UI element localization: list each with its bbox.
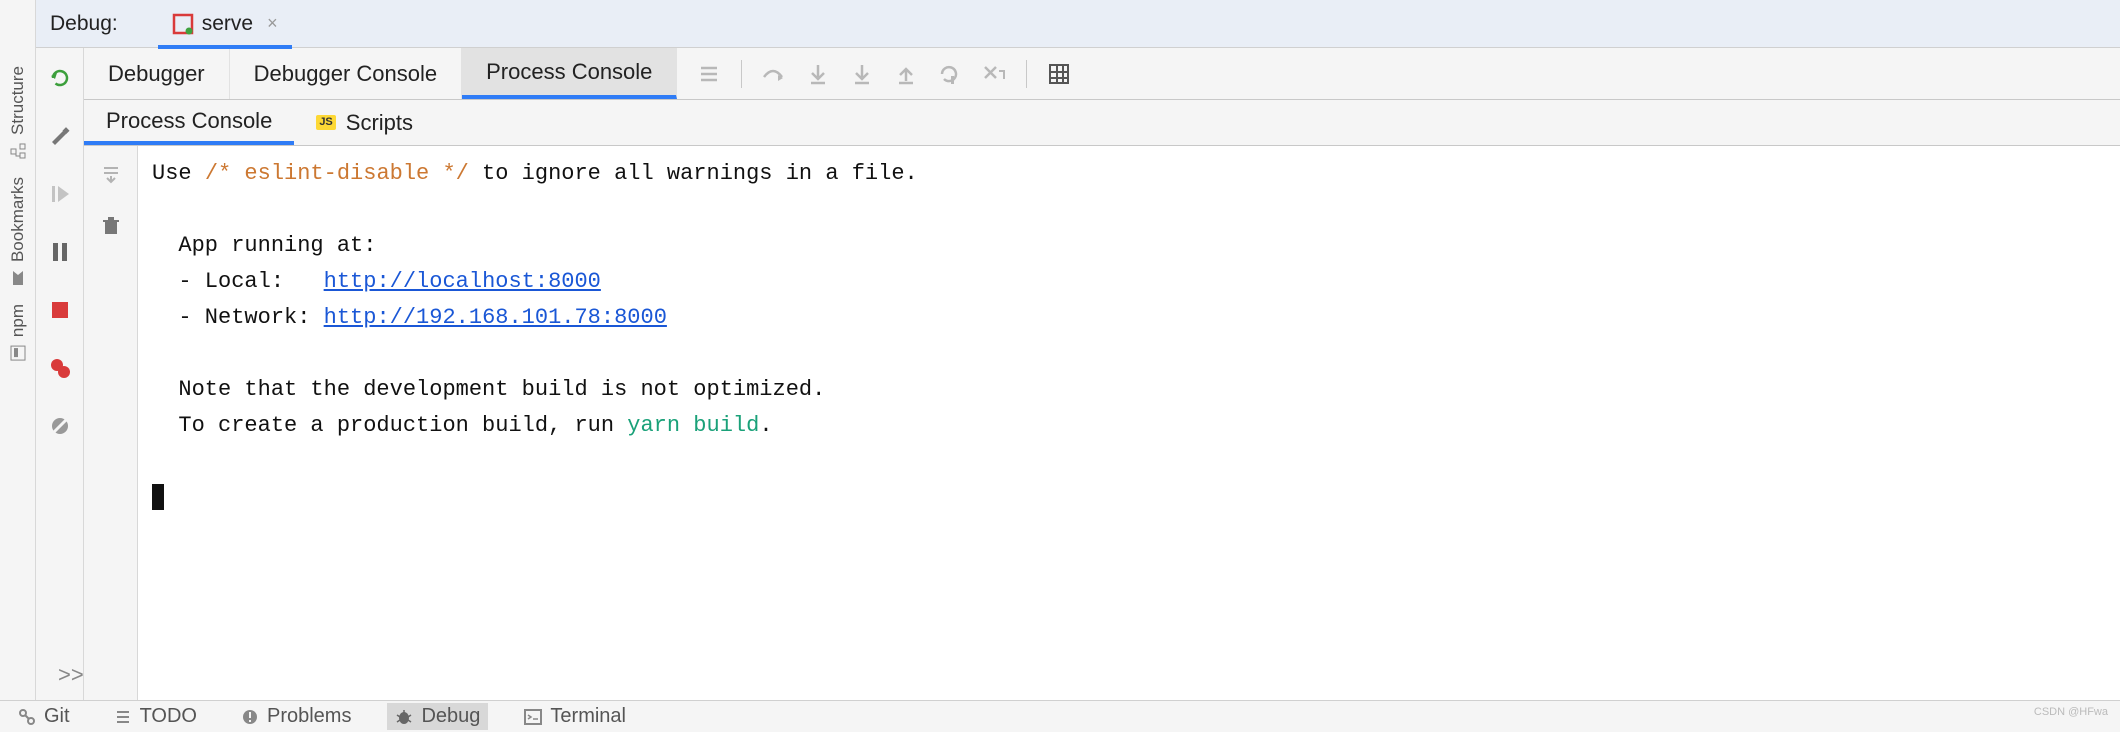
text-cursor — [152, 484, 164, 510]
structure-tool-window[interactable]: Structure — [8, 60, 28, 167]
run-to-cursor-icon[interactable] — [928, 52, 972, 96]
git-label: Git — [44, 705, 70, 728]
git-icon — [18, 708, 36, 726]
console-text: Note that the development build is not o… — [152, 377, 825, 402]
settings-button[interactable] — [46, 122, 74, 150]
todo-label: TODO — [140, 705, 197, 728]
debugger-tabs: Debugger Debugger Console Process Consol… — [84, 48, 2120, 100]
js-icon: JS — [316, 115, 335, 130]
evaluate-expression-icon[interactable] — [972, 52, 1016, 96]
debug-label: Debug — [421, 705, 480, 728]
console-subtabs: Process Console JS Scripts — [84, 100, 2120, 146]
console-text: to ignore all warnings in a file. — [469, 161, 918, 186]
more-tool-windows-button[interactable]: >> — [48, 658, 94, 692]
debug-title: Debug: — [50, 12, 118, 36]
pause-button[interactable] — [46, 238, 74, 266]
stepping-toolbar — [677, 48, 1081, 99]
mute-breakpoints-button[interactable] — [46, 412, 74, 440]
bookmarks-tool-window[interactable]: Bookmarks — [8, 171, 28, 294]
scroll-to-end-icon[interactable] — [97, 160, 125, 188]
scripts-label: Scripts — [346, 110, 413, 136]
step-into-icon[interactable] — [796, 52, 840, 96]
console-text: - Local: — [152, 269, 324, 294]
yarn-build-cmd: yarn build — [627, 413, 759, 438]
resume-button[interactable] — [46, 180, 74, 208]
show-frames-icon[interactable] — [687, 52, 731, 96]
bookmark-icon — [8, 268, 28, 288]
stop-button[interactable] — [46, 296, 74, 324]
tab-debugger[interactable]: Debugger — [84, 48, 230, 99]
console-text: To create a production build, run — [152, 413, 627, 438]
local-url-link[interactable]: http://localhost:8000 — [324, 269, 601, 294]
list-icon — [114, 708, 132, 726]
bottom-tool-window-bar: Git TODO Problems Debug Terminal — [0, 700, 2120, 732]
console-text: - Network: — [152, 305, 324, 330]
network-url-link[interactable]: http://192.168.101.78:8000 — [324, 305, 667, 330]
separator — [741, 60, 742, 88]
npm-run-icon — [172, 13, 194, 35]
bug-icon — [395, 708, 413, 726]
view-breakpoints-button[interactable] — [46, 354, 74, 382]
tool-window-rail: Structure Bookmarks npm — [0, 0, 36, 726]
close-icon[interactable]: × — [267, 13, 278, 34]
npm-icon — [8, 343, 28, 363]
tab-debugger-console[interactable]: Debugger Console — [230, 48, 462, 99]
rerun-button[interactable] — [46, 64, 74, 92]
problems-label: Problems — [267, 705, 351, 728]
run-config-tab-serve[interactable]: serve × — [158, 2, 292, 49]
debug-session-toolbar — [36, 48, 84, 726]
structure-label: Structure — [8, 66, 28, 135]
subtab-process-console[interactable]: Process Console — [84, 100, 294, 145]
subtab-scripts[interactable]: JS Scripts — [294, 100, 435, 145]
terminal-label: Terminal — [550, 705, 626, 728]
console-toolbar — [84, 146, 138, 726]
force-step-into-icon[interactable] — [840, 52, 884, 96]
step-over-icon[interactable] — [752, 52, 796, 96]
npm-label: npm — [8, 304, 28, 337]
terminal-icon — [524, 708, 542, 726]
tab-process-console[interactable]: Process Console — [462, 48, 677, 99]
eslint-comment: /* eslint-disable */ — [205, 161, 469, 186]
console-text: . — [759, 413, 772, 438]
watermark: CSDN @HFwa — [2034, 706, 2108, 718]
table-view-icon[interactable] — [1037, 52, 1081, 96]
console-text: Use — [152, 161, 205, 186]
debug-tool-window-header: Debug: serve × — [36, 0, 2120, 48]
npm-tool-window[interactable]: npm — [8, 298, 28, 369]
warning-icon — [241, 708, 259, 726]
bookmarks-label: Bookmarks — [8, 177, 28, 262]
step-out-icon[interactable] — [884, 52, 928, 96]
separator — [1026, 60, 1027, 88]
clear-all-icon[interactable] — [97, 212, 125, 240]
console-text: App running at: — [152, 233, 376, 258]
structure-icon — [8, 141, 28, 161]
process-console-output[interactable]: Use /* eslint-disable */ to ignore all w… — [138, 146, 2120, 726]
run-config-name: serve — [202, 12, 253, 36]
